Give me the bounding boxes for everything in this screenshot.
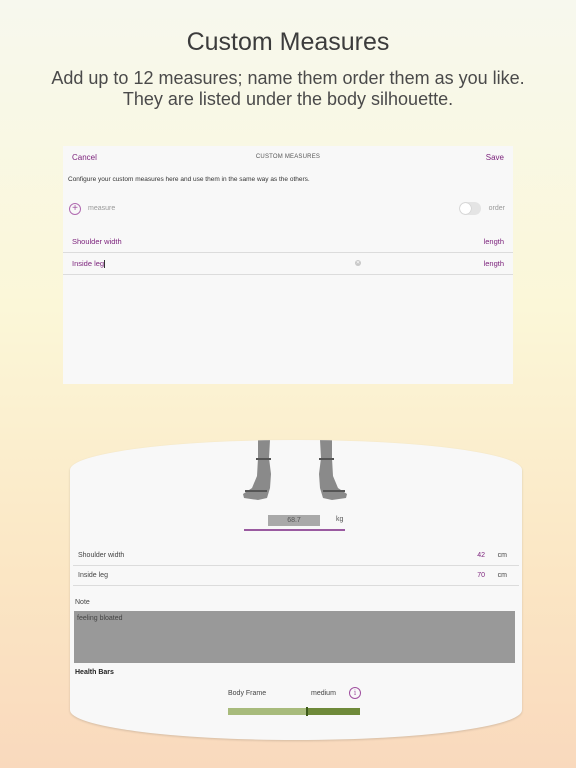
weight-input[interactable]: 68.7 <box>268 515 320 526</box>
add-icon[interactable]: + <box>69 203 81 215</box>
order-toggle[interactable] <box>459 202 481 215</box>
weight-unit: kg <box>336 516 344 523</box>
measure-unit: cm <box>497 552 507 559</box>
custom-measures-panel: Cancel CUSTOM MEASURES Save Configure yo… <box>63 146 513 384</box>
measure-value[interactable]: 70 <box>477 572 485 579</box>
measure-entry-row[interactable]: Shoulder width 42 cm <box>73 546 519 566</box>
clear-icon[interactable]: ✕ <box>355 260 361 266</box>
measure-name[interactable]: Shoulder width <box>72 237 122 246</box>
nav-bar: Cancel CUSTOM MEASURES Save <box>63 146 513 170</box>
add-measure-row: + measure order <box>63 201 513 219</box>
measure-row[interactable]: Shoulder width length <box>63 230 513 253</box>
measure-row[interactable]: Inside leg ✕ length <box>63 252 513 275</box>
measure-type[interactable]: length <box>484 259 504 268</box>
body-frame-value: medium <box>311 690 336 697</box>
description: Configure your custom measures here and … <box>68 176 310 183</box>
measure-name-input[interactable]: Inside leg <box>72 259 106 269</box>
note-field[interactable]: feeling bloated <box>74 611 515 663</box>
text-cursor <box>104 260 106 269</box>
promo-subtitle: Add up to 12 measures; name them order t… <box>51 68 525 109</box>
weight-underline <box>244 529 345 531</box>
body-frame-fill <box>307 708 360 715</box>
note-label: Note <box>75 599 90 606</box>
nav-title: CUSTOM MEASURES <box>255 154 321 160</box>
add-measure-button[interactable]: measure <box>88 205 115 212</box>
body-entry-panel: 68.7 kg Shoulder width 42 cm Inside leg … <box>70 440 522 740</box>
save-button[interactable]: Save <box>486 153 504 162</box>
info-icon[interactable]: i <box>349 687 361 699</box>
promo-title: Custom Measures <box>186 28 390 56</box>
body-frame-bar <box>228 707 360 716</box>
measure-unit: cm <box>497 572 507 579</box>
note-text: feeling bloated <box>77 615 123 622</box>
measure-entry-row[interactable]: Inside leg 70 cm <box>73 566 519 586</box>
order-label: order <box>488 205 505 212</box>
measure-label: Inside leg <box>78 572 108 579</box>
measure-value[interactable]: 42 <box>477 552 485 559</box>
measure-type[interactable]: length <box>484 237 504 246</box>
health-bars-heading: Health Bars <box>75 669 114 676</box>
body-silhouette-feet <box>243 440 347 500</box>
measure-name-text: Inside leg <box>72 259 105 268</box>
measure-label: Shoulder width <box>78 552 125 559</box>
body-frame-label: Body Frame <box>228 690 267 697</box>
toggle-knob <box>460 203 471 214</box>
body-frame-marker <box>306 707 309 716</box>
